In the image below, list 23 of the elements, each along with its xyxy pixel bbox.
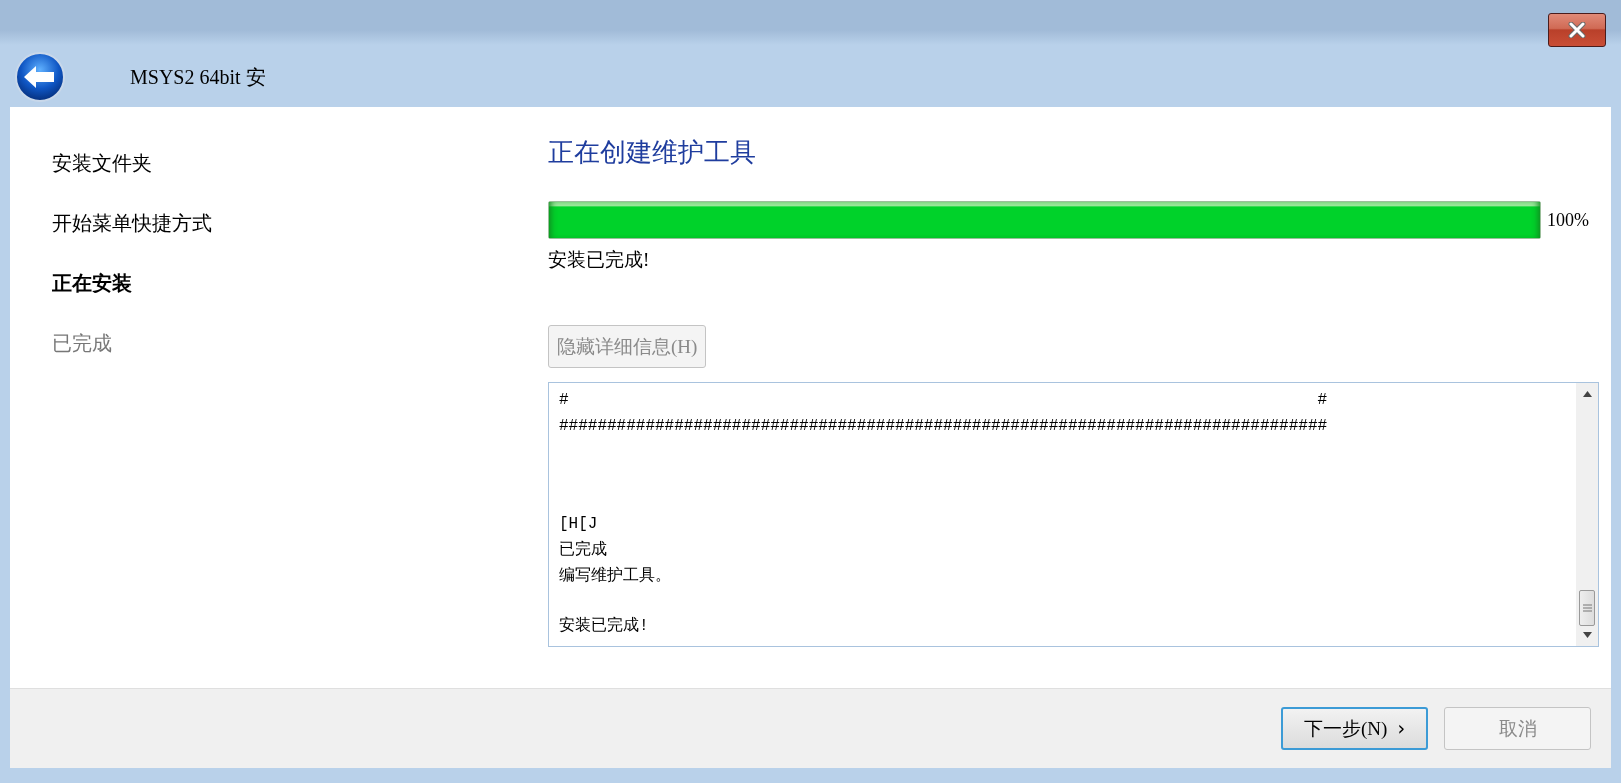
log-line: 编写维护工具。 xyxy=(559,565,671,587)
log-line: # # xyxy=(559,390,1328,411)
log-line: [H[J xyxy=(559,514,598,535)
step-label: 安装文件夹 xyxy=(52,151,153,175)
scroll-down-icon[interactable] xyxy=(1582,632,1592,638)
log-line: 已完成 xyxy=(559,539,607,561)
scroll-thumb[interactable] xyxy=(1579,590,1595,626)
close-icon xyxy=(1566,22,1588,38)
progress-percent: 100% xyxy=(1547,209,1590,231)
log-line: ################################################################################ xyxy=(559,416,1328,437)
status-text: 安装已完成! xyxy=(548,248,650,272)
step-label: 开始菜单快捷方式 xyxy=(52,211,213,235)
step-label: 正在安装 xyxy=(52,271,133,295)
scroll-up-icon[interactable] xyxy=(1582,391,1592,397)
back-button[interactable] xyxy=(14,51,66,103)
page-heading: 正在创建维护工具 xyxy=(548,136,757,169)
next-button[interactable]: 下一步(N) › xyxy=(1281,707,1428,750)
log-line: 安装已完成! xyxy=(559,615,649,637)
grip-icon xyxy=(1582,604,1592,612)
close-button[interactable] xyxy=(1548,13,1606,47)
step-label: 已完成 xyxy=(52,331,113,355)
window-title: MSYS2 64bit 安 xyxy=(130,64,266,90)
scrollbar[interactable] xyxy=(1576,383,1598,646)
